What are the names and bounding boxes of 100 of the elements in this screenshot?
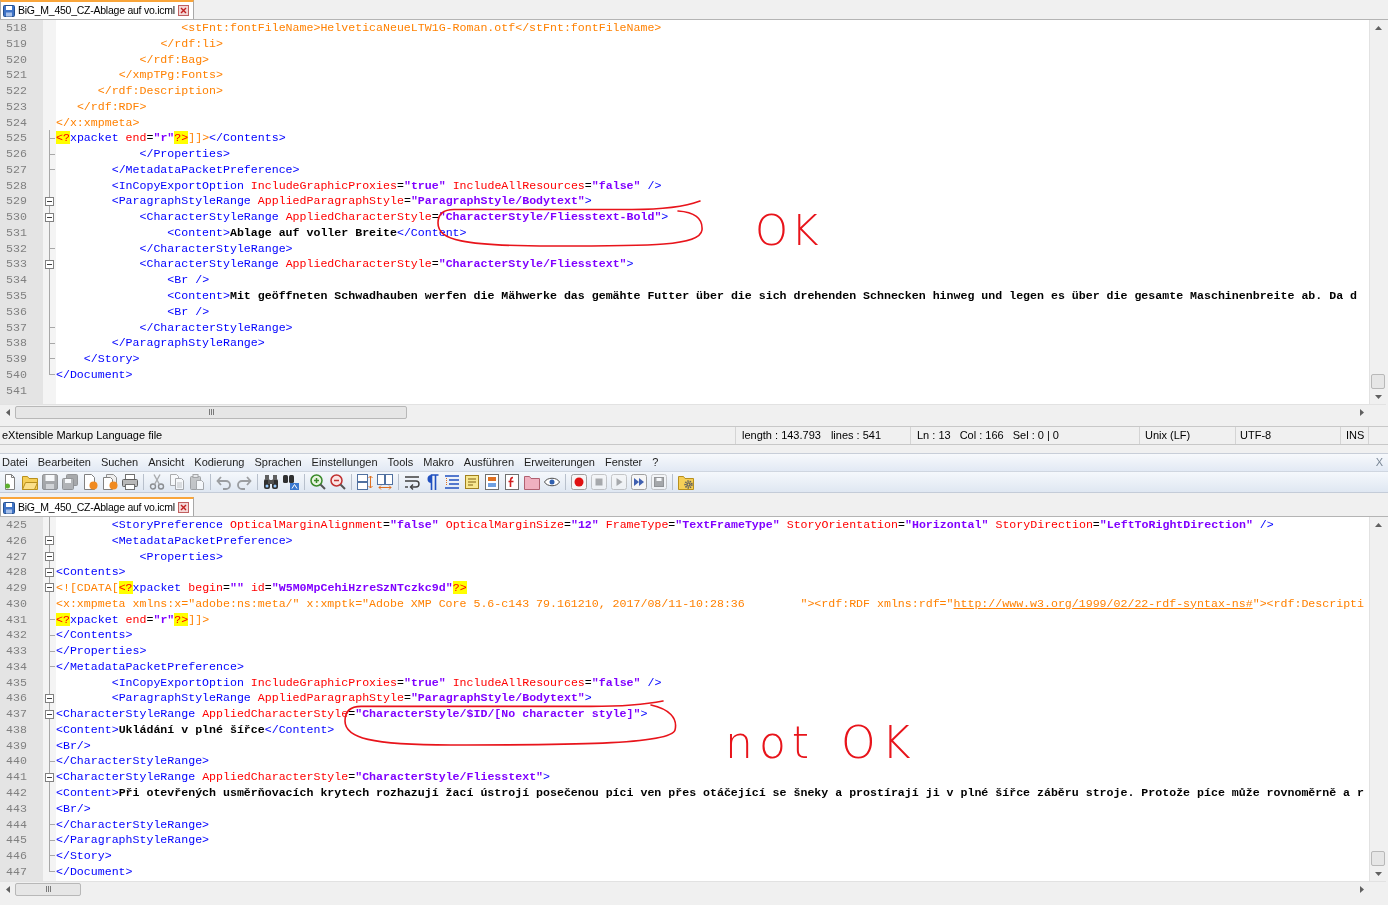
file-tab[interactable]: BiG_M_450_CZ-Ablage auf vo.icml: [0, 0, 194, 19]
line-number: 526: [5, 146, 28, 162]
line-number: 435: [5, 674, 28, 691]
fold-collapse-icon[interactable]: [45, 212, 54, 222]
line-number: 525: [5, 130, 28, 147]
fold-collapse-icon[interactable]: [45, 772, 54, 782]
menu-item[interactable]: Kodierung: [189, 455, 250, 470]
menu-item[interactable]: Fenster: [599, 455, 648, 470]
zoom-in-icon[interactable]: [310, 474, 326, 490]
line-number: 431: [5, 611, 28, 628]
code-line: </MetadataPacketPreference>: [56, 659, 244, 673]
code-line: <StoryPreference OpticalMarginAlignment="false" OpticalMarginSize="12" FrameType="TextFrameType" StoryOrientation="Horizontal" StoryDirection="LeftToRightDirection" />: [111, 518, 1274, 531]
close-icon[interactable]: [177, 5, 189, 16]
line-number: 428: [5, 564, 28, 581]
line-number: 445: [5, 832, 28, 849]
stacked-windows-icon[interactable]: [357, 474, 373, 490]
line-number: 440: [5, 753, 28, 770]
code-line: </CharacterStyleRange>: [139, 241, 293, 255]
menu-item[interactable]: Sprachen: [249, 455, 307, 470]
open-folder-icon[interactable]: [22, 474, 38, 490]
status-text: eXtensible Markup Language file: [2, 428, 163, 443]
line-number: 536: [5, 303, 28, 320]
line-number: 442: [5, 785, 28, 801]
folder-icon[interactable]: [524, 474, 540, 490]
fold-collapse-icon[interactable]: [45, 259, 54, 269]
code-line: <InCopyExportOption IncludeGraphicProxies="true" IncludeAllResources="false" />: [111, 178, 662, 192]
indent-guide-icon[interactable]: [444, 474, 460, 490]
line-number: 533: [5, 256, 28, 273]
code-line: </Contents>: [56, 628, 133, 642]
scrollbar-thumb[interactable]: [15, 405, 407, 419]
vertical-scrollbar[interactable]: [1369, 517, 1386, 881]
close-icon[interactable]: [177, 502, 189, 513]
scroll-down-arrow-icon[interactable]: [1374, 394, 1382, 399]
line-number: 439: [5, 737, 28, 754]
code-editor[interactable]: [56, 20, 1369, 404]
menu-item[interactable]: Erweiterungen: [519, 455, 600, 470]
fold-collapse-icon[interactable]: [45, 583, 54, 593]
line-number: 522: [5, 83, 28, 99]
menu-item[interactable]: Datei: [0, 455, 33, 470]
fold-collapse-icon[interactable]: [45, 536, 54, 546]
side-by-side-windows-icon[interactable]: [377, 474, 393, 490]
replace-icon[interactable]: [283, 474, 299, 490]
line-number: 540: [5, 366, 28, 383]
close-file-icon[interactable]: [82, 474, 98, 490]
file-tab[interactable]: BiG_M_450_CZ-Ablage auf vo.icml: [0, 497, 194, 516]
scrollbar-thumb[interactable]: [1371, 374, 1385, 389]
code-editor[interactable]: [56, 517, 1369, 881]
code-line: <CharacterStyleRange AppliedCharacterStyle="CharacterStyle/Fliesstext-Bold">: [139, 210, 669, 224]
fold-collapse-icon[interactable]: [45, 693, 54, 703]
line-number: 437: [5, 706, 28, 722]
status-text: lines : 541: [830, 428, 882, 443]
line-number: 443: [5, 800, 28, 817]
new-file-icon[interactable]: [2, 474, 18, 490]
scroll-left-arrow-icon[interactable]: [5, 408, 10, 416]
line-number: 521: [5, 67, 28, 84]
fast-forward-icon[interactable]: [631, 474, 647, 490]
document-map-icon[interactable]: [484, 474, 500, 490]
menu-item[interactable]: Ansicht: [143, 455, 190, 470]
scroll-left-arrow-icon[interactable]: [5, 885, 10, 893]
menu-item[interactable]: Bearbeiten: [32, 455, 96, 470]
document-icon[interactable]: [464, 474, 480, 490]
menu-item[interactable]: Makro: [418, 455, 459, 470]
line-number: 523: [5, 98, 28, 115]
scrollbar-thumb[interactable]: [1371, 851, 1385, 866]
scroll-right-arrow-icon[interactable]: [1359, 408, 1364, 416]
line-number: 528: [5, 177, 28, 194]
menu-item[interactable]: Suchen: [95, 455, 144, 470]
scroll-up-arrow-icon[interactable]: [1374, 522, 1382, 527]
code-line: </ParagraphStyleRange>: [111, 336, 265, 350]
menu-item[interactable]: Einstellungen: [306, 455, 383, 470]
line-number: 530: [5, 209, 28, 225]
function-list-icon[interactable]: [504, 474, 520, 490]
printer-icon[interactable]: [122, 474, 138, 490]
folder-gear-icon[interactable]: [678, 474, 694, 490]
word-wrap-icon[interactable]: [404, 474, 420, 490]
vertical-scrollbar[interactable]: [1369, 20, 1386, 404]
code-line: </CharacterStyleRange>: [56, 754, 210, 768]
status-text: INS: [1346, 428, 1365, 443]
menu-item[interactable]: Ausführen: [458, 455, 519, 470]
fold-collapse-icon[interactable]: [45, 196, 54, 206]
scroll-right-arrow-icon[interactable]: [1359, 885, 1364, 893]
scroll-up-arrow-icon[interactable]: [1374, 25, 1382, 30]
status-text: Col : 166: [959, 428, 1004, 443]
scrollbar-thumb[interactable]: [15, 882, 81, 896]
scroll-down-arrow-icon[interactable]: [1374, 871, 1382, 876]
menu-item[interactable]: Tools: [382, 455, 419, 470]
code-line: <CharacterStyleRange AppliedCharacterStyle="CharacterStyle/Fliesstext">: [56, 770, 551, 784]
code-line: <![CDATA[<?xpacket begin="" id="W5M0MpCehiHzreSzNTczkc9d"?>: [56, 581, 467, 595]
binoculars-icon[interactable]: [263, 474, 279, 490]
line-number: 447: [5, 863, 28, 880]
code-line: <CharacterStyleRange AppliedCharacterStyle="CharacterStyle/Fliesstext">: [139, 257, 634, 271]
line-number: 430: [5, 595, 28, 612]
fold-collapse-icon[interactable]: [45, 551, 54, 561]
menu-item[interactable]: ?: [647, 455, 664, 470]
fold-collapse-icon[interactable]: [45, 567, 54, 577]
code-line: <InCopyExportOption IncludeGraphicProxies="true" IncludeAllResources="false" />: [111, 675, 662, 689]
zoom-out-icon[interactable]: [330, 474, 346, 490]
close-all-icon[interactable]: [102, 474, 118, 490]
record-icon[interactable]: [571, 474, 587, 490]
fold-collapse-icon[interactable]: [45, 709, 54, 719]
